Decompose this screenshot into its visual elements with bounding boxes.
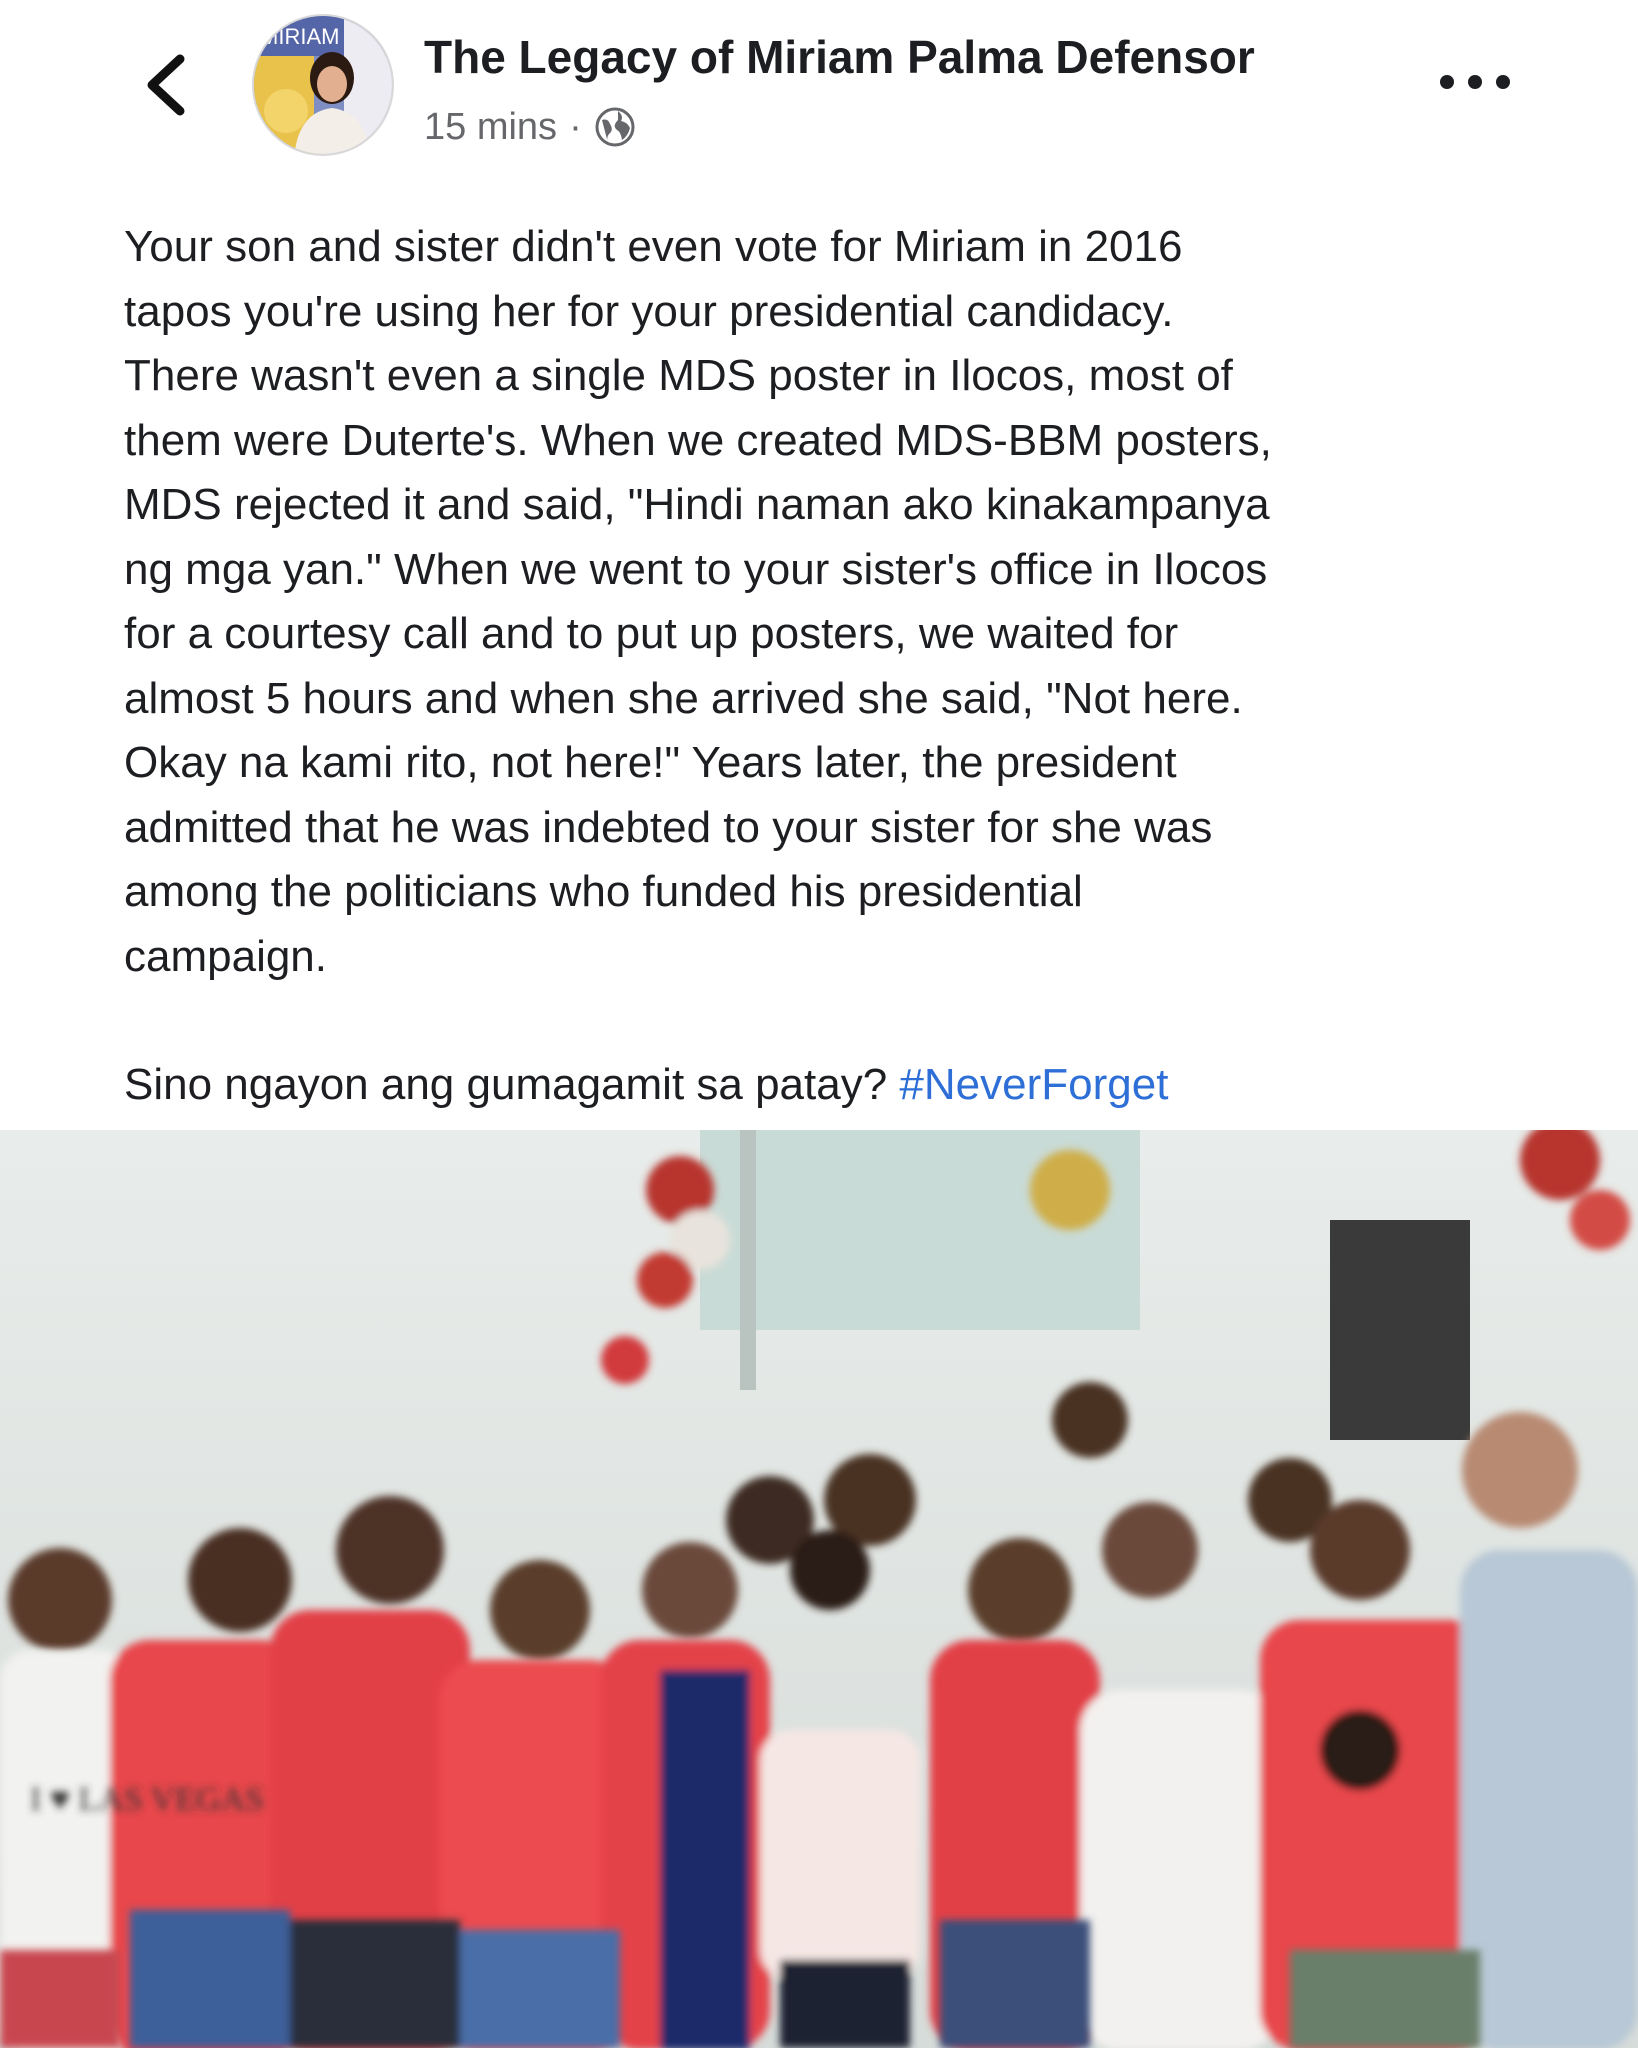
timestamp[interactable]: 15 mins [424,106,557,149]
hashtag-link[interactable]: #NeverForget [899,1060,1168,1109]
post-text-line: admitted that he was indebted to your si… [124,802,1213,852]
closing-text: Sino ngayon ang gumagamit sa patay? [124,1060,900,1109]
chevron-left-icon [147,54,185,116]
back-button[interactable] [130,40,200,130]
group-photo-image: I ♥ LAS VEGAS [0,1130,1638,2048]
post-text-line: tapos you're using her for your presiden… [124,286,1174,336]
more-dot-icon [1468,75,1482,89]
post-photo[interactable]: I ♥ LAS VEGAS [0,1130,1638,2048]
more-dot-icon [1496,75,1510,89]
post-text-closing: Sino ngayon ang gumagamit sa patay? #Nev… [124,1053,1544,1118]
post-text-line: MDS rejected it and said, "Hindi naman a… [124,480,1270,529]
post-text-line: for a courtesy call and to put up poster… [124,609,1179,658]
meta-separator: · [569,105,582,148]
avatar-logo-text: MIRIAM [260,24,339,49]
facebook-post-screen: MIRIAM The Legacy of Miriam Palma Defens… [0,0,1638,2048]
post-text-line: There wasn't even a single MDS poster in… [124,351,1233,400]
post-text-line: Your son and sister didn't even vote for… [124,222,1183,271]
more-dot-icon [1440,75,1454,89]
globe-icon [595,107,635,147]
post-text-line: almost 5 hours and when she arrived she … [124,673,1243,723]
post-header: MIRIAM The Legacy of Miriam Palma Defens… [0,0,1638,170]
page-name[interactable]: The Legacy of Miriam Palma Defensor [424,30,1255,84]
post-text-line: them were Duterte's. When we created MDS… [124,415,1272,465]
post-text-line: among the politicians who funded his pre… [124,867,1083,916]
post-text-line: campaign. [124,931,328,981]
more-options-button[interactable] [1440,62,1510,102]
post-meta: 15 mins · [424,100,636,154]
page-avatar[interactable]: MIRIAM [252,14,394,156]
post-text: Your son and sister didn't even vote for… [124,215,1544,1118]
post-text-line: Okay na kami rito, not here!" Years late… [124,738,1177,787]
post-text-line: ng mga yan." When we went to your sister… [124,544,1268,594]
shirt-print-text: I ♥ LAS VEGAS [30,1781,264,1818]
